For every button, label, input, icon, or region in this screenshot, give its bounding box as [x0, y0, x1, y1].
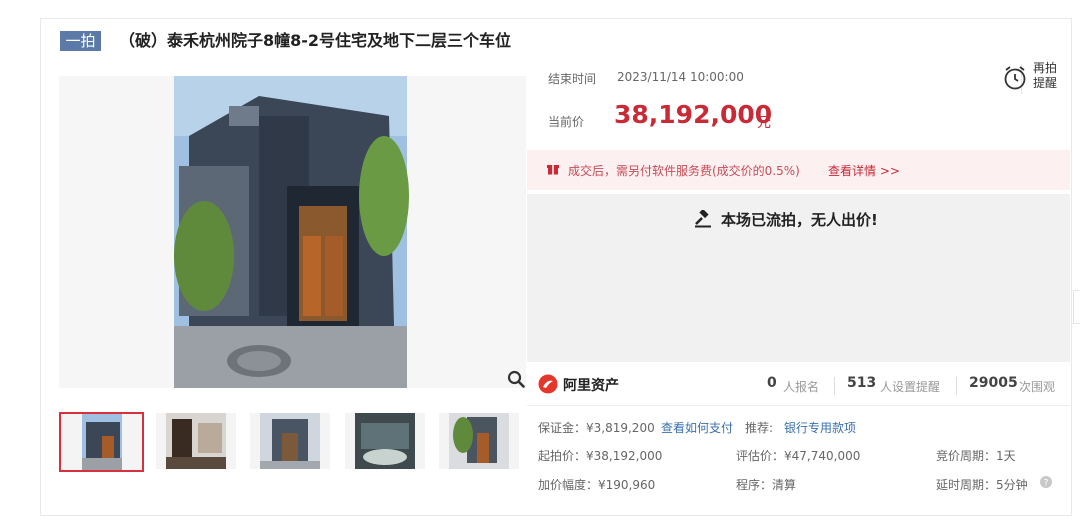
currency-unit: 元	[757, 115, 771, 131]
stats-divider-line	[527, 405, 1070, 406]
bid-increment: 加价幅度：¥190,960	[538, 478, 656, 492]
end-time-label: 结束时间	[548, 72, 597, 86]
page-title: （破）泰禾杭州院子8幢8-2号住宅及地下二层三个车位	[119, 31, 512, 50]
zoom-icon[interactable]	[507, 370, 525, 388]
notice-text: 成交后，需另付软件服务费(成交价的0.5%)	[568, 164, 800, 178]
gavel-icon	[695, 210, 711, 228]
thumbnail-1[interactable]	[59, 412, 144, 472]
current-price-label: 当前价	[548, 115, 585, 129]
view-count: 29005	[969, 375, 1018, 391]
reminder-label: 人设置提醒	[880, 380, 941, 394]
ali-assets-logo-icon	[538, 374, 558, 394]
stats-divider-1	[834, 377, 835, 395]
bank-fund-link[interactable]: 银行专用款项	[784, 419, 856, 436]
auction-status-text: 本场已流拍，无人出价!	[721, 211, 878, 229]
delay-period: 延时周期：5分钟	[936, 478, 1028, 492]
brand-name: 阿里资产	[563, 378, 619, 394]
thumbnail-5[interactable]	[439, 413, 519, 469]
thumbnail-3[interactable]	[250, 413, 330, 469]
signup-label: 人报名	[783, 380, 820, 394]
svg-text:?: ?	[1044, 479, 1049, 489]
thumbnail-4[interactable]	[345, 413, 425, 469]
recommend-label: 推荐:	[745, 421, 774, 435]
deposit: 保证金：¥3,819,200	[538, 421, 655, 435]
end-time-value: 2023/11/14 10:00:00	[617, 70, 744, 84]
notice-detail-link[interactable]: 查看详情 >>	[828, 162, 900, 179]
current-price: 38,192,000	[614, 100, 773, 129]
side-tab[interactable]	[1073, 290, 1080, 324]
bid-period: 竞价周期：1天	[936, 449, 1016, 463]
signup-count: 0	[767, 375, 777, 391]
gift-icon	[547, 165, 559, 175]
help-icon[interactable]: ?	[1040, 476, 1052, 488]
view-label: 次围观	[1019, 380, 1056, 394]
procedure: 程序：清算	[736, 478, 797, 492]
auction-round-badge: 一拍	[60, 31, 101, 51]
stats-divider-2	[956, 377, 957, 395]
main-photo[interactable]	[59, 76, 526, 388]
thumbnail-2[interactable]	[156, 413, 236, 469]
reminder-count: 513	[847, 375, 877, 391]
alarm-clock-icon[interactable]	[1003, 65, 1027, 91]
deposit-payment-link[interactable]: 查看如何支付	[661, 419, 733, 436]
start-price: 起拍价：¥38,192,000	[538, 449, 663, 463]
remind-button[interactable]: 再拍 提醒	[1033, 61, 1057, 91]
evaluation-price: 评估价：¥47,740,000	[736, 449, 861, 463]
remind-label-1: 再拍	[1033, 61, 1058, 75]
remind-label-2: 提醒	[1033, 76, 1058, 90]
